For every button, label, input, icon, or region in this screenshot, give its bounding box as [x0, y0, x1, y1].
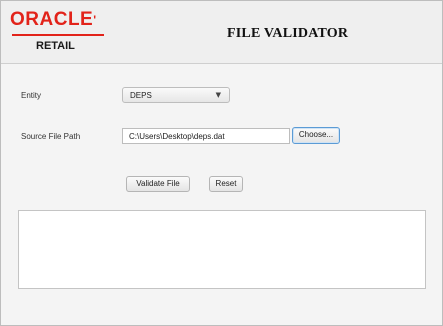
file-validator-window: ORACLE' RETAIL FILE VALIDATOR Entity DEP… [0, 0, 443, 326]
entity-dropdown[interactable]: DEPS ▼ [122, 87, 230, 103]
reset-button[interactable]: Reset [209, 176, 243, 192]
entity-selected-value: DEPS [130, 91, 152, 100]
entity-label: Entity [21, 91, 42, 100]
oracle-retail-logo: ORACLE' RETAIL [8, 10, 118, 58]
logo-brand-text: ORACLE' [10, 9, 97, 30]
choose-button[interactable]: Choose... [292, 127, 340, 144]
page-title: FILE VALIDATOR [227, 26, 349, 41]
logo-divider [12, 34, 104, 36]
chevron-down-icon: ▼ [215, 91, 221, 99]
header-bar: ORACLE' RETAIL FILE VALIDATOR [1, 1, 442, 64]
validation-output-area[interactable] [18, 210, 426, 289]
logo-product-text: RETAIL [36, 40, 75, 52]
source-file-path-label: Source File Path [21, 132, 81, 141]
validate-file-button[interactable]: Validate File [126, 176, 190, 192]
source-file-path-input[interactable] [122, 128, 290, 144]
